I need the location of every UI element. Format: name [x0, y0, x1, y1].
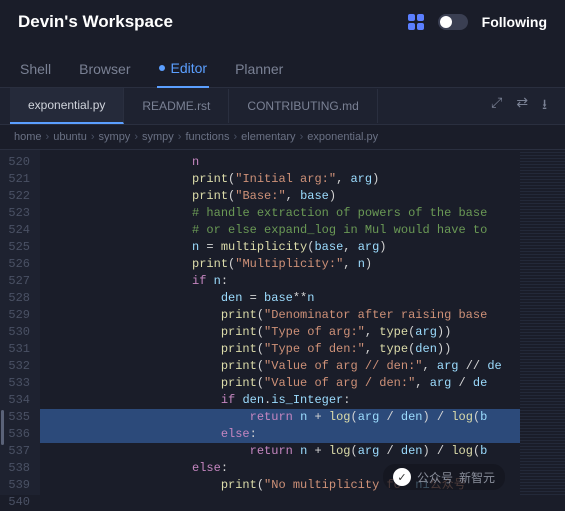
tab-label: Shell — [20, 61, 51, 77]
line-number: 538 — [6, 460, 30, 477]
tab-shell[interactable]: Shell — [18, 52, 53, 87]
watermark-label: 公众号 — [417, 469, 453, 486]
breadcrumb-item[interactable]: home — [14, 131, 42, 143]
line-number: 525 — [6, 239, 30, 256]
chevron-right-icon: › — [91, 131, 95, 143]
code-line[interactable]: n = multiplicity(base, arg) — [40, 239, 520, 256]
code-line[interactable]: print("Denominator after raising base — [40, 307, 520, 324]
code-line[interactable]: print("Value of arg / den:", arg / de — [40, 375, 520, 392]
code-line[interactable]: if den.is_Integer: — [40, 392, 520, 409]
line-number: 521 — [6, 171, 30, 188]
line-gutter: 5205215225235245255265275285295305315325… — [0, 150, 40, 495]
code-line[interactable]: return n + log(arg / den) / log(b — [40, 409, 520, 426]
line-number: 532 — [6, 358, 30, 375]
diff-icon[interactable]: ⇄ — [516, 94, 528, 118]
line-number: 533 — [6, 375, 30, 392]
line-number: 534 — [6, 392, 30, 409]
tab-label: Browser — [79, 61, 130, 77]
code-line[interactable]: # handle extraction of powers of the bas… — [40, 205, 520, 222]
file-actions: ⤢ ⇄ ⭳ — [491, 94, 555, 118]
file-tab[interactable]: CONTRIBUTING.md — [229, 89, 377, 123]
chevron-right-icon: › — [134, 131, 138, 143]
breadcrumb-item[interactable]: functions — [185, 131, 229, 143]
line-number: 522 — [6, 188, 30, 205]
tab-planner[interactable]: Planner — [233, 52, 285, 87]
minimap[interactable] — [520, 150, 565, 495]
breadcrumb-item[interactable]: exponential.py — [307, 131, 378, 143]
line-number: 540 — [6, 494, 30, 511]
chevron-right-icon: › — [233, 131, 237, 143]
code-line[interactable]: print("Base:", base) — [40, 188, 520, 205]
active-dot — [159, 65, 165, 71]
tab-label: Planner — [235, 61, 283, 77]
header: Devin's Workspace Following — [0, 0, 565, 44]
code-line[interactable]: else: — [40, 426, 520, 443]
workspace-title: Devin's Workspace — [18, 12, 173, 32]
code-line[interactable]: n — [40, 154, 520, 171]
chevron-right-icon: › — [300, 131, 304, 143]
wechat-icon: ✓ — [393, 468, 411, 486]
breadcrumb-item[interactable]: sympy — [99, 131, 131, 143]
line-number: 536 — [6, 426, 30, 443]
tab-browser[interactable]: Browser — [77, 52, 132, 87]
header-actions: Following — [408, 14, 547, 30]
chevron-right-icon: › — [46, 131, 50, 143]
line-number: 529 — [6, 307, 30, 324]
code-line[interactable]: print("Type of arg:", type(arg)) — [40, 324, 520, 341]
line-number: 524 — [6, 222, 30, 239]
line-number: 531 — [6, 341, 30, 358]
breadcrumb-item[interactable]: ubuntu — [53, 131, 87, 143]
following-label: Following — [482, 14, 547, 30]
code-line[interactable]: print("Initial arg:", arg) — [40, 171, 520, 188]
file-tab[interactable]: README.rst — [124, 89, 229, 123]
breadcrumb-item[interactable]: sympy — [142, 131, 174, 143]
follow-toggle[interactable] — [438, 14, 468, 30]
line-number: 523 — [6, 205, 30, 222]
line-number: 537 — [6, 443, 30, 460]
line-number: 528 — [6, 290, 30, 307]
chevron-right-icon: › — [178, 131, 182, 143]
breadcrumb-item[interactable]: elementary — [241, 131, 295, 143]
tab-label: Editor — [171, 60, 208, 76]
code-line[interactable]: # or else expand_log in Mul would have t… — [40, 222, 520, 239]
main-tabs: Shell Browser Editor Planner — [0, 44, 565, 88]
line-number: 527 — [6, 273, 30, 290]
code-line[interactable]: print("Value of arg // den:", arg // de — [40, 358, 520, 375]
scrollbar-thumb[interactable] — [1, 410, 4, 445]
watermark: ✓ 公众号 新智元 — [383, 464, 505, 490]
code-editor[interactable]: 5205215225235245255265275285295305315325… — [0, 150, 565, 495]
watermark-name: 新智元 — [459, 469, 495, 486]
code-line[interactable]: return n + log(arg / den) / log(b — [40, 443, 520, 460]
code-content[interactable]: n print("Initial arg:", arg) print("Base… — [40, 150, 520, 495]
code-line[interactable]: if n: — [40, 273, 520, 290]
code-line[interactable]: den = base**n — [40, 290, 520, 307]
code-line[interactable]: print("Type of den:", type(den)) — [40, 341, 520, 358]
tab-editor[interactable]: Editor — [157, 52, 210, 88]
code-line[interactable]: print("Multiplicity:", n) — [40, 256, 520, 273]
line-number: 530 — [6, 324, 30, 341]
code-line[interactable]: return log(arg)/log(base) — [40, 494, 520, 495]
expand-icon[interactable]: ⤢ — [491, 94, 502, 118]
line-number: 526 — [6, 256, 30, 273]
file-tabs: exponential.pyREADME.rstCONTRIBUTING.md … — [0, 88, 565, 125]
download-icon[interactable]: ⭳ — [542, 94, 547, 118]
line-number: 520 — [6, 154, 30, 171]
breadcrumb: home›ubuntu›sympy›sympy›functions›elemen… — [0, 125, 565, 150]
grid-icon[interactable] — [408, 14, 424, 30]
line-number: 535 — [6, 409, 30, 426]
file-tab[interactable]: exponential.py — [10, 88, 124, 124]
line-number: 539 — [6, 477, 30, 494]
